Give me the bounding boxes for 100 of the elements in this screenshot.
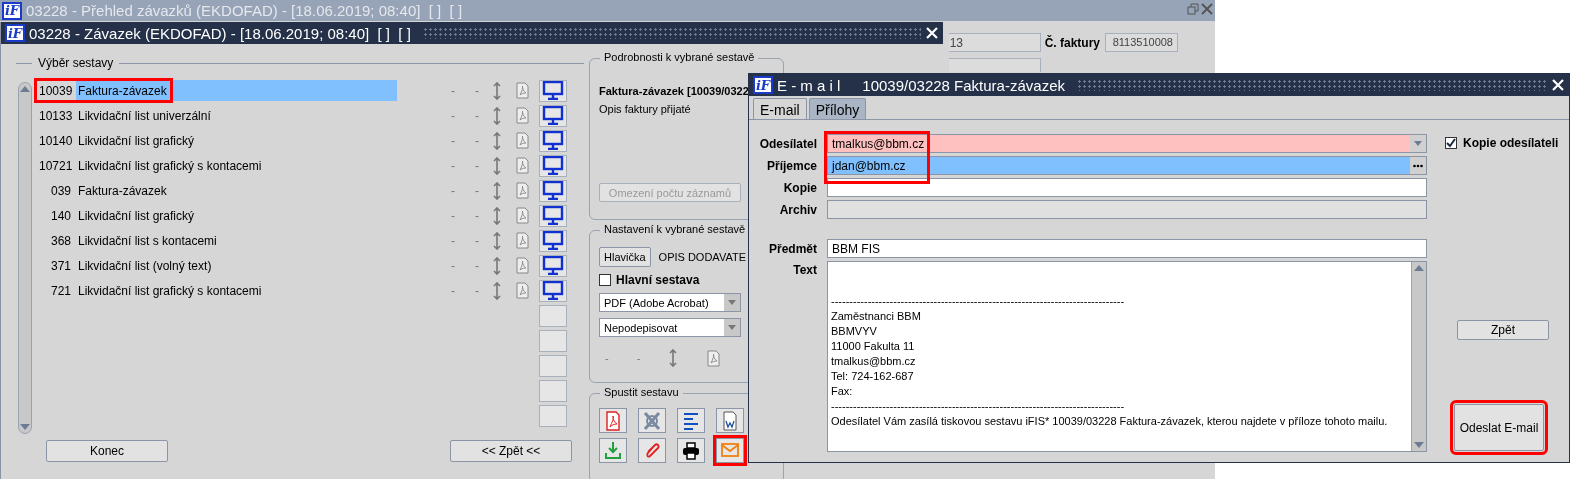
report-name[interactable]: Likvidační list grafický: [76, 130, 397, 151]
report-name[interactable]: Faktura-závazek: [76, 180, 397, 201]
dropdown-arrow-icon[interactable]: [728, 300, 736, 305]
up-down-arrow-icon[interactable]: [668, 349, 679, 367]
report-title: Faktura-závazek [10039/0322: [599, 85, 749, 97]
up-down-arrow-icon[interactable]: [492, 106, 502, 125]
empty-button[interactable]: [539, 329, 567, 352]
pdf-icon[interactable]: [514, 182, 530, 199]
pdf-icon[interactable]: [514, 232, 530, 249]
up-down-arrow-icon[interactable]: [492, 206, 502, 225]
report-number[interactable]: 039: [39, 183, 76, 198]
preview-button[interactable]: [539, 129, 567, 152]
report-number[interactable]: 10721: [39, 158, 76, 173]
button[interactable]: Konec: [46, 440, 168, 462]
download-icon: [604, 440, 622, 461]
up-down-arrow-icon[interactable]: [492, 81, 502, 100]
report-number[interactable]: 10133: [39, 108, 76, 123]
up-down-arrow-icon[interactable]: [492, 256, 502, 275]
pdf-icon[interactable]: [706, 349, 722, 367]
dropdown[interactable]: tmalkus@bbm.cz: [827, 134, 1427, 153]
report-name[interactable]: Likvidační list s kontacemi: [76, 230, 397, 251]
preview-button[interactable]: [539, 104, 567, 127]
checkbox[interactable]: [1445, 137, 1457, 149]
print-button[interactable]: [677, 438, 705, 463]
preview-button[interactable]: [539, 179, 567, 202]
pdf-icon[interactable]: [514, 207, 530, 224]
input-field[interactable]: [827, 178, 1427, 197]
report-name[interactable]: Faktura-závazek: [76, 80, 397, 101]
report-description: Opis faktury přijaté: [599, 103, 691, 115]
input-field[interactable]: 8113510008: [1105, 33, 1178, 52]
report-name[interactable]: Likvidační list grafický s kontacemi: [76, 155, 397, 176]
dropdown[interactable]: Nepodepisovat: [599, 318, 741, 337]
report-number[interactable]: 10039: [39, 83, 76, 98]
tab[interactable]: E-mail: [753, 98, 807, 119]
back-button[interactable]: Zpět: [1457, 320, 1549, 340]
report-name[interactable]: Likvidační list grafický: [76, 205, 397, 226]
table-cell-text: -: [450, 83, 456, 98]
pdf-icon[interactable]: [514, 282, 530, 299]
pdf-button[interactable]: [599, 408, 627, 433]
preview-button[interactable]: [539, 229, 567, 252]
pdf-icon[interactable]: [514, 132, 530, 149]
dropdown[interactable]: PDF (Adobe Acrobat): [599, 293, 741, 312]
empty-button[interactable]: [539, 404, 567, 427]
dropdown-arrow-icon[interactable]: [1414, 141, 1422, 146]
document-button[interactable]: [716, 408, 744, 433]
pdf-icon[interactable]: [514, 257, 530, 274]
dropdown-arrow-icon[interactable]: [728, 325, 736, 330]
up-down-arrow-icon[interactable]: [492, 231, 502, 250]
message-field[interactable]: -------------------------------------------------------------------------------- Zaměstnanci BBM BBMVYV 11000 Fakulta 11 tmalkus@bbm.cz Tel: 724-162-687 Fax: -------------------------------------------------------------------------------- Odesílatel Vám zasílá tiskovou sestavu iFIS* 10039/03228 Faktura-závazek, kterou najdete v příloze tohoto mailu.: [827, 261, 1427, 452]
table-cell-text: -: [450, 233, 456, 248]
table-cell-text: -: [450, 208, 456, 223]
preview-button[interactable]: [539, 279, 567, 302]
up-down-arrow-icon[interactable]: [492, 181, 502, 200]
report-number[interactable]: 368: [39, 233, 76, 248]
up-down-arrow-icon[interactable]: [492, 156, 502, 175]
button[interactable]: << Zpět <<: [450, 440, 572, 462]
export-button[interactable]: [638, 408, 666, 433]
tab[interactable]: Přílohy: [808, 98, 867, 119]
preview-button[interactable]: [539, 204, 567, 227]
input-field[interactable]: [948, 58, 1041, 72]
report-name[interactable]: Likvidační list univerzální: [76, 105, 397, 126]
header-button[interactable]: Hlavička: [599, 247, 651, 267]
field-label: Č. faktury: [1044, 34, 1100, 50]
pdf-icon: [604, 410, 622, 431]
input-field[interactable]: jdan@bbm.cz: [827, 156, 1427, 175]
restore-icon[interactable]: [1187, 3, 1199, 15]
input-field[interactable]: [827, 200, 1427, 219]
report-number[interactable]: 721: [39, 283, 76, 298]
checkbox-label: Hlavní sestava: [616, 273, 700, 287]
empty-button[interactable]: [539, 379, 567, 402]
report-name[interactable]: Likvidační list grafický s kontacemi: [76, 280, 397, 301]
report-number[interactable]: 140: [39, 208, 76, 223]
report-number[interactable]: 10140: [39, 133, 76, 148]
field-label: Příjemce: [765, 158, 817, 173]
checkbox[interactable]: [599, 274, 611, 286]
table-cell-text: -: [474, 158, 480, 173]
monitor-icon: [542, 181, 564, 200]
text-button[interactable]: [677, 408, 705, 433]
report-number[interactable]: 371: [39, 258, 76, 273]
attach-button[interactable]: [638, 438, 666, 463]
input-field[interactable]: BBM FIS: [827, 239, 1427, 258]
window-title: 03228 - Závazek (EKDOFAD) - [18.06.2019; 08:40] [ ] [ ]: [29, 24, 411, 42]
scrollbar[interactable]: [18, 82, 32, 434]
pdf-icon[interactable]: [514, 157, 530, 174]
download-button[interactable]: [599, 438, 627, 463]
preview-button[interactable]: [539, 79, 567, 102]
monitor-icon: [542, 156, 564, 175]
pdf-icon[interactable]: [514, 82, 530, 99]
input-field[interactable]: 13: [948, 33, 1041, 52]
report-name[interactable]: Likvidační list (volný text): [76, 255, 397, 276]
up-down-arrow-icon[interactable]: [492, 131, 502, 150]
preview-button[interactable]: [539, 154, 567, 177]
monitor-icon: [542, 131, 564, 150]
email-button[interactable]: [716, 438, 744, 463]
empty-button[interactable]: [539, 354, 567, 377]
pdf-icon[interactable]: [514, 107, 530, 124]
up-down-arrow-icon[interactable]: [492, 281, 502, 300]
preview-button[interactable]: [539, 254, 567, 277]
more-icon[interactable]: [1413, 163, 1423, 168]
window-title: E - m a i l: [777, 76, 841, 94]
